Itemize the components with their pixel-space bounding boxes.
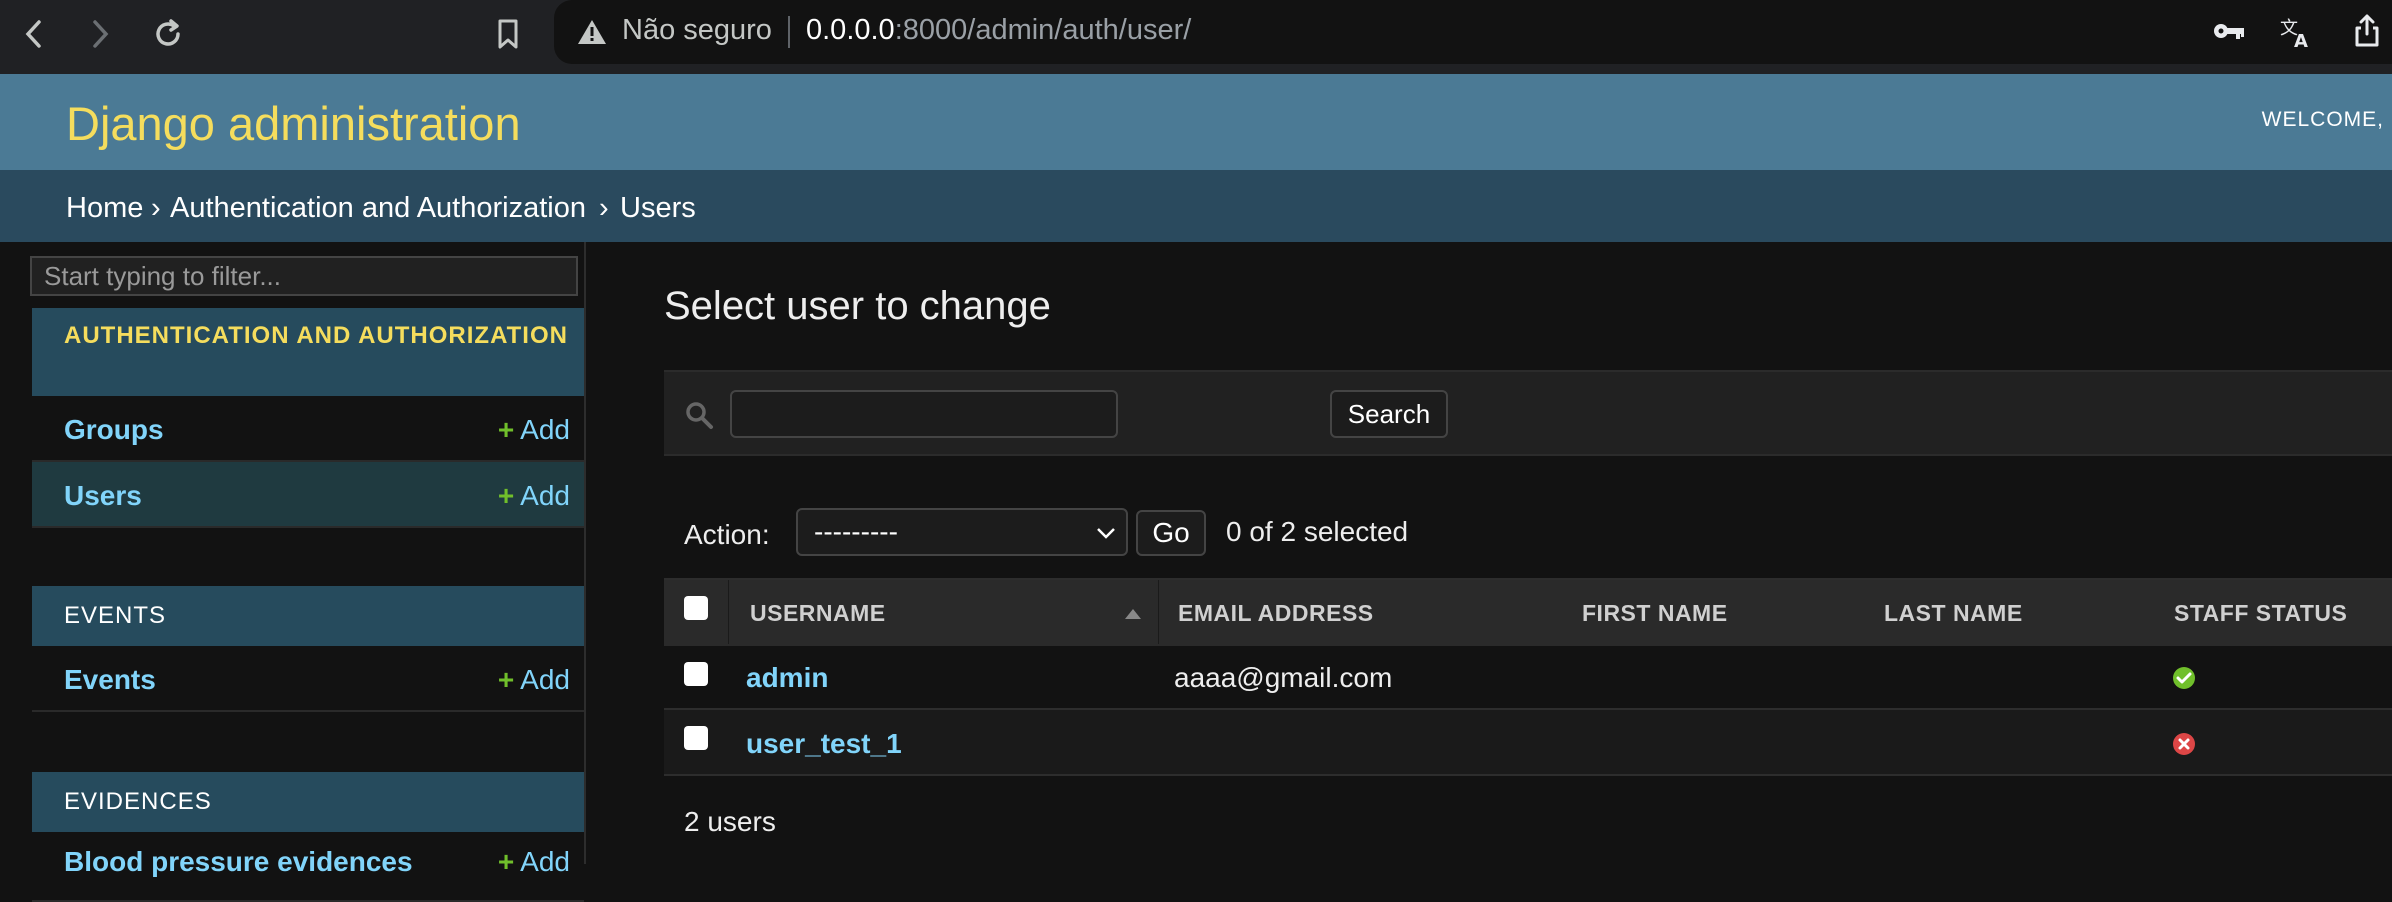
sidebar-item-label[interactable]: Blood pressure evidences (64, 846, 413, 878)
search-input[interactable] (730, 390, 1118, 438)
go-button[interactable]: Go (1136, 510, 1206, 556)
staff-yes-icon (2173, 667, 2195, 689)
warning-icon[interactable] (576, 18, 608, 51)
staff-no-icon (2173, 733, 2195, 755)
breadcrumb-separator: › (599, 192, 609, 224)
column-divider (728, 580, 729, 644)
welcome-text: WELCOME, (2261, 108, 2384, 131)
action-select-value: --------- (814, 516, 898, 547)
select-all-checkbox[interactable] (684, 596, 708, 620)
username-link[interactable]: admin (746, 662, 828, 694)
add-user-link[interactable]: + Add (498, 480, 570, 512)
result-count: 2 users (684, 806, 776, 837)
chevron-down-icon (1097, 528, 1115, 539)
sidebar-item-label[interactable]: Events (64, 664, 156, 696)
results-table-header: USERNAME EMAIL ADDRESS FIRST NAME LAST N… (664, 578, 2392, 646)
email-cell: aaaa@gmail.com (1174, 662, 1393, 693)
module-header-auth[interactable]: AUTHENTICATION AND AUTHORIZATION (32, 308, 584, 396)
bookmark-icon[interactable] (488, 14, 528, 54)
plus-icon: + (497, 480, 515, 511)
add-label: Add (520, 846, 570, 877)
search-toolbar: Search (664, 370, 2392, 456)
sidebar-item-label[interactable]: Groups (64, 414, 164, 446)
sidebar-item-blood-pressure-evidences[interactable]: Blood pressure evidences + Add (32, 836, 584, 902)
add-event-link[interactable]: + Add (498, 664, 570, 696)
share-icon[interactable] (2354, 14, 2380, 53)
column-header-first-name[interactable]: FIRST NAME (1582, 600, 1728, 627)
breadcrumb-home[interactable]: Home (66, 192, 143, 225)
site-name-link[interactable]: Django administration (66, 96, 521, 151)
page-title: Select user to change (664, 284, 1051, 328)
key-icon[interactable] (2212, 16, 2246, 51)
module-header-events[interactable]: EVENTS (32, 586, 584, 646)
url-host: 0.0.0.0 (806, 14, 895, 46)
breadcrumb-app[interactable]: Authentication and Authorization (170, 192, 586, 225)
breadcrumb-separator: › (151, 192, 161, 224)
module-header-evidences[interactable]: EVIDENCES (32, 772, 584, 832)
action-select[interactable]: --------- (796, 508, 1128, 556)
add-label: Add (520, 480, 570, 511)
add-group-link[interactable]: + Add (498, 414, 570, 446)
sidebar-item-groups[interactable]: Groups + Add (32, 396, 584, 462)
breadcrumb-current: Users (620, 192, 696, 224)
sidebar-filter-input[interactable]: Start typing to filter... (30, 256, 578, 296)
url-path: :8000/admin/auth/user/ (894, 14, 1192, 46)
svg-text:A: A (2294, 31, 2308, 50)
reload-icon[interactable] (148, 14, 188, 54)
row-checkbox[interactable] (684, 726, 708, 750)
table-row: user_test_1 (664, 710, 2392, 776)
search-button[interactable]: Search (1330, 390, 1448, 438)
address-bar[interactable]: Não seguro 0.0.0.0:8000/admin/auth/user/… (554, 0, 2392, 64)
column-header-username[interactable]: USERNAME (750, 600, 886, 627)
nav-sidebar: Start typing to filter... AUTHENTICATION… (30, 242, 586, 902)
column-header-email[interactable]: EMAIL ADDRESS (1178, 600, 1374, 627)
sidebar-item-events[interactable]: Events + Add (32, 646, 584, 712)
back-icon[interactable] (14, 14, 54, 54)
search-icon (684, 400, 714, 435)
breadcrumb: Home › Authentication and Authorization … (0, 170, 2392, 242)
add-evidence-link[interactable]: + Add (498, 846, 570, 878)
add-label: Add (520, 664, 570, 695)
url-divider (788, 16, 790, 48)
security-status-label[interactable]: Não seguro (622, 14, 772, 47)
forward-icon[interactable] (80, 14, 120, 54)
site-header: Django administration WELCOME, (0, 74, 2392, 170)
browser-toolbar: Não seguro 0.0.0.0:8000/admin/auth/user/… (0, 0, 2392, 74)
translate-icon[interactable]: 文A (2278, 14, 2314, 55)
sidebar-item-label[interactable]: Users (64, 480, 142, 512)
selected-count: 0 of 2 selected (1226, 516, 1409, 547)
sidebar-item-users[interactable]: Users + Add (32, 462, 584, 528)
plus-icon: + (497, 414, 515, 445)
sort-ascending-icon[interactable] (1124, 608, 1142, 620)
table-row: admin aaaa@gmail.com (664, 644, 2392, 710)
plus-icon: + (497, 846, 515, 877)
action-label: Action: (684, 519, 770, 550)
username-link[interactable]: user_test_1 (746, 728, 902, 760)
plus-icon: + (497, 664, 515, 695)
column-header-staff-status[interactable]: STAFF STATUS (2174, 600, 2347, 627)
url-text[interactable]: 0.0.0.0:8000/admin/auth/user/ (806, 14, 1191, 47)
add-label: Add (520, 414, 570, 445)
column-divider (1158, 580, 1159, 644)
column-header-last-name[interactable]: LAST NAME (1884, 600, 2023, 627)
row-checkbox[interactable] (684, 662, 708, 686)
